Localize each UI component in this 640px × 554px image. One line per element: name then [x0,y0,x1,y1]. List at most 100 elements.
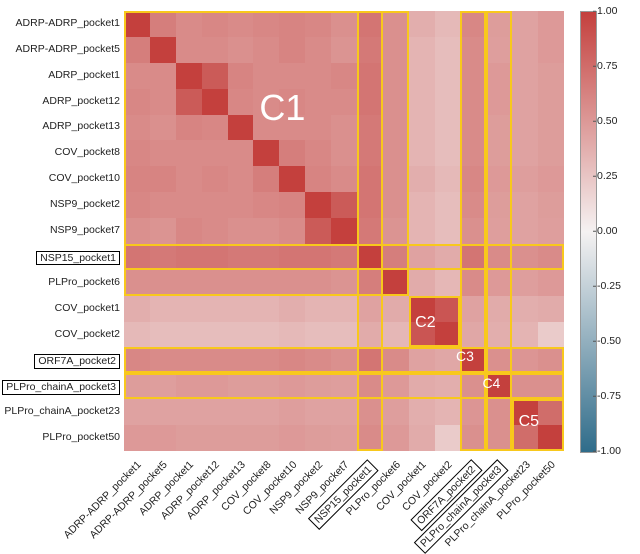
heatmap-cell [357,140,383,166]
heatmap-cell [460,140,486,166]
heatmap-cell [124,192,150,218]
heatmap-cell [202,322,228,348]
heatmap-cell [383,166,409,192]
heatmap-cell [176,192,202,218]
heatmap-cell [435,296,461,322]
heatmap-cell [253,347,279,373]
heatmap-cell [486,425,512,451]
heatmap-cell [305,89,331,115]
heatmap-cell [202,244,228,270]
heatmap-cell [150,63,176,89]
heatmap-cell [279,192,305,218]
heatmap-cell [409,425,435,451]
heatmap-cell [486,218,512,244]
heatmap-cell [176,166,202,192]
heatmap-cell [460,37,486,63]
heatmap-cell [383,347,409,373]
heatmap-cell [150,192,176,218]
heatmap-cell [409,322,435,348]
heatmap-cell [486,166,512,192]
heatmap-cell [124,270,150,296]
heatmap-cell [357,425,383,451]
heatmap-cell [409,192,435,218]
heatmap-cell [331,425,357,451]
heatmap-cell [305,373,331,399]
heatmap-cell [486,270,512,296]
heatmap-cell [305,244,331,270]
heatmap-cell [279,347,305,373]
heatmap-cell [331,63,357,89]
heatmap-cell [357,270,383,296]
heatmap-cell [150,37,176,63]
heatmap-cell [538,218,564,244]
y-tick-label: PLPro_chainA_pocket3 [0,380,120,395]
heatmap-cell [202,89,228,115]
heatmap-cell [538,63,564,89]
y-tick-label: COV_pocket2 [0,329,120,340]
heatmap-cell [435,166,461,192]
heatmap-cell [150,373,176,399]
y-tick-label: PLPro_pocket6 [0,277,120,288]
heatmap-cell [357,115,383,141]
heatmap-cell [253,166,279,192]
heatmap-cell [460,399,486,425]
heatmap-cell [486,296,512,322]
heatmap-cell [253,425,279,451]
heatmap-cell [279,166,305,192]
heatmap-cell [176,244,202,270]
heatmap-cell [124,244,150,270]
heatmap-cell [538,115,564,141]
heatmap-cell [228,63,254,89]
heatmap-cell [486,63,512,89]
heatmap-cell [538,296,564,322]
heatmap-cell [383,373,409,399]
heatmap-cell [253,218,279,244]
heatmap-cell [253,89,279,115]
heatmap-cell [253,399,279,425]
heatmap-cell [279,244,305,270]
heatmap-cell [331,296,357,322]
heatmap-cell [357,373,383,399]
y-tick-label: NSP15_pocket1 [0,251,120,266]
y-tick-label: NSP9_pocket7 [0,225,120,236]
heatmap-cell [331,89,357,115]
heatmap-cell [228,270,254,296]
heatmap-cell [383,89,409,115]
heatmap-cell [331,399,357,425]
heatmap-cell [512,140,538,166]
heatmap-cell [512,89,538,115]
heatmap-cell [124,11,150,37]
heatmap-cell [409,373,435,399]
heatmap-cell [512,399,538,425]
heatmap-cell [124,218,150,244]
heatmap-cell [357,63,383,89]
heatmap-cell [357,296,383,322]
y-tick-label: ADRP_pocket12 [0,96,120,107]
heatmap-cell [512,347,538,373]
heatmap-cell [538,270,564,296]
heatmap-cell [486,37,512,63]
heatmap-cell [486,11,512,37]
heatmap-cell [305,166,331,192]
heatmap-cell [279,373,305,399]
heatmap-figure: C1C2C3C4C5 ADRP-ADRP_pocket1ADRP-ADRP_po… [0,0,640,537]
heatmap-cell [331,373,357,399]
heatmap-cell [486,373,512,399]
heatmap-cell [538,89,564,115]
heatmap-cell [460,11,486,37]
heatmap-cell [228,192,254,218]
colorbar-tick: 0.50 [597,116,617,127]
heatmap-cell [150,11,176,37]
heatmap-cell [538,347,564,373]
heatmap-cell [486,322,512,348]
heatmap-cell [331,244,357,270]
y-tick-label: ADRP_pocket1 [0,70,120,81]
heatmap-cell [331,37,357,63]
y-tick-label: ADRP-ADRP_pocket5 [0,44,120,55]
heatmap-cell [305,63,331,89]
heatmap-cell [228,425,254,451]
heatmap-cell [279,37,305,63]
y-tick-label: ADRP-ADRP_pocket1 [0,18,120,29]
heatmap-cell [253,270,279,296]
heatmap-cell [150,347,176,373]
